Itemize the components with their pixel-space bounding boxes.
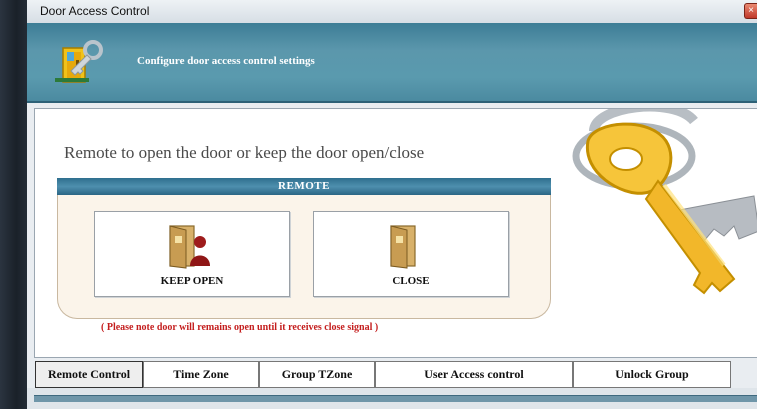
keys-icon (554, 109, 757, 336)
door-person-icon (164, 222, 220, 275)
tab-bar: Remote Control Time Zone Group TZone Use… (35, 361, 757, 388)
tab-remote-control[interactable]: Remote Control (35, 361, 143, 388)
page-headline: Remote to open the door or keep the door… (64, 143, 425, 162)
close-button[interactable]: × (744, 3, 757, 19)
header-subtitle: Configure door access control settings (137, 55, 315, 67)
keep-open-button[interactable]: KEEP OPEN (94, 211, 290, 297)
door-icon (383, 222, 439, 275)
tab-unlock-group[interactable]: Unlock Group (573, 361, 731, 388)
tab-group-tzone[interactable]: Group TZone (259, 361, 375, 388)
window-title: Door Access Control (40, 4, 150, 18)
remote-control-page: Remote to open the door or keep the door… (34, 108, 757, 358)
warning-note: ( Please note door will remains open unt… (101, 322, 379, 333)
footer-strip (27, 388, 757, 409)
close-label: CLOSE (392, 275, 430, 287)
background-desktop-edge (0, 0, 27, 409)
remote-panel: REMOTE KEEP OPEN CLOSE (57, 178, 551, 319)
tab-user-access-control[interactable]: User Access control (375, 361, 573, 388)
close-door-button[interactable]: CLOSE (313, 211, 509, 297)
door-access-control-window: Door Access Control × Configure door acc… (27, 0, 757, 409)
header-banner: Configure door access control settings (27, 23, 757, 103)
title-bar: Door Access Control × (27, 0, 757, 24)
footer-bar (34, 395, 757, 402)
tab-time-zone[interactable]: Time Zone (143, 361, 259, 388)
door-key-icon (49, 38, 113, 91)
keep-open-label: KEEP OPEN (160, 275, 224, 287)
remote-panel-title: REMOTE (57, 178, 551, 195)
